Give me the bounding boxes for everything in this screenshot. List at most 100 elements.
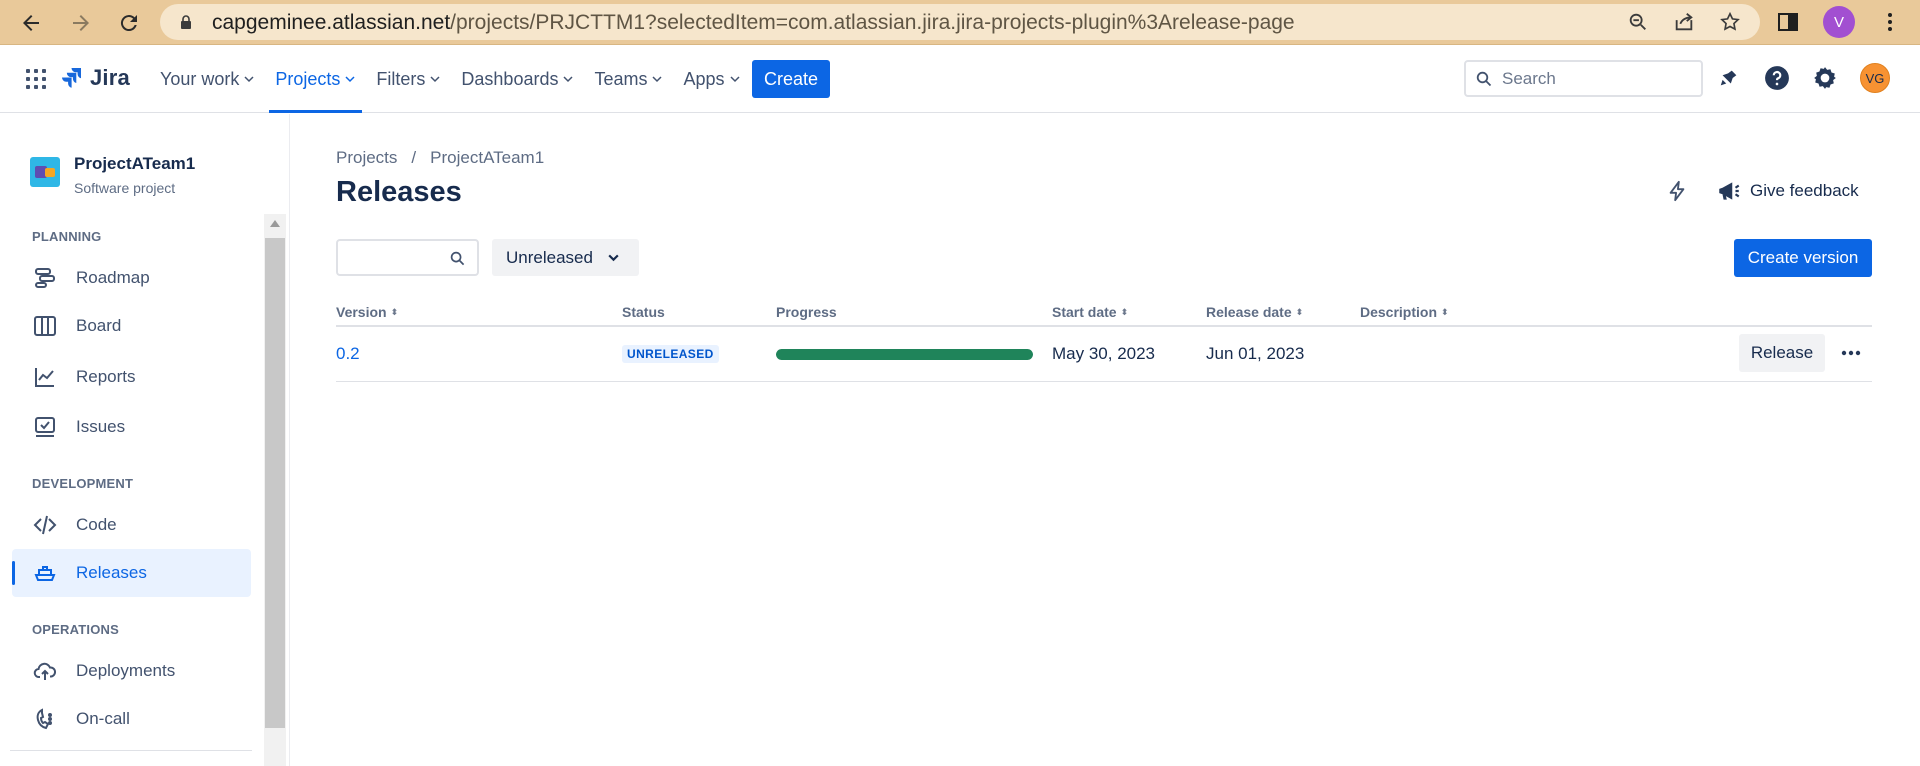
column-label: Progress (776, 304, 837, 320)
sidebar-item-board[interactable]: Board (12, 302, 251, 350)
create-button[interactable]: Create (752, 60, 830, 98)
section-title-operations: OPERATIONS (32, 622, 119, 637)
sidebar-item-issues[interactable]: Issues (12, 403, 251, 451)
arrow-right-icon (73, 14, 89, 31)
version-search-field[interactable] (336, 239, 479, 276)
automation-button[interactable] (1664, 176, 1690, 206)
release-date: Jun 01, 2023 (1206, 344, 1305, 363)
sidebar-item-releases[interactable]: Releases (12, 549, 251, 597)
nav-apps[interactable]: Apps (673, 45, 750, 113)
project-sidebar: ProjectATeam1 Software project PLANNING … (0, 114, 290, 766)
browser-profile-avatar[interactable]: V (1823, 6, 1855, 38)
sidebar-item-label: Roadmap (76, 268, 150, 287)
scrollbar-thumb[interactable] (265, 238, 285, 728)
sidebar-item-label: Deployments (76, 661, 176, 680)
column-description[interactable]: Description ⬍ (1360, 304, 1449, 320)
sidebar-item-label: Releases (76, 563, 147, 582)
nav-projects[interactable]: Projects (265, 45, 366, 113)
nav-dashboards[interactable]: Dashboards (451, 45, 584, 113)
sort-icon: ⬍ (390, 306, 399, 317)
bookmark-star-icon[interactable] (1718, 10, 1742, 34)
column-progress: Progress (776, 304, 837, 320)
nav-your-work[interactable]: Your work (150, 45, 265, 113)
releases-table-header: Version ⬍ Status Progress Start date ⬍ Rel… (336, 301, 1872, 327)
more-horizontal-icon (1841, 350, 1861, 356)
nav-filters[interactable]: Filters (366, 45, 451, 113)
breadcrumb-project[interactable]: ProjectATeam1 (430, 148, 544, 168)
create-version-button[interactable]: Create version (1734, 239, 1872, 277)
scroll-up-arrow-icon[interactable] (270, 220, 280, 227)
give-feedback-label: Give feedback (1750, 181, 1859, 200)
megaphone-icon (1719, 182, 1740, 200)
project-header[interactable]: ProjectATeam1 Software project (30, 154, 195, 196)
lightning-bolt-icon (1669, 180, 1685, 202)
nav-teams[interactable]: Teams (584, 45, 673, 113)
jira-top-nav: Jira Your work Projects Filters Dashboar… (0, 45, 1920, 113)
url-text: capgeminee.atlassian.net/projects/PRJCTT… (212, 11, 1295, 34)
nav-label: Teams (594, 68, 648, 89)
sidebar-item-label: On-call (76, 709, 130, 728)
arrow-left-icon (23, 14, 39, 31)
reload-button[interactable] (106, 0, 152, 45)
nav-label: Apps (683, 68, 725, 89)
share-icon[interactable] (1672, 10, 1696, 34)
sidebar-scrollbar[interactable] (264, 214, 286, 766)
more-actions-button[interactable] (1834, 334, 1868, 372)
sidebar-item-code[interactable]: Code (12, 501, 251, 549)
column-status: Status (622, 304, 665, 320)
project-avatar (30, 157, 60, 187)
zoom-icon[interactable] (1626, 10, 1650, 34)
on-call-icon (32, 706, 58, 732)
address-bar[interactable]: capgeminee.atlassian.net/projects/PRJCTT… (160, 4, 1760, 40)
sidebar-item-on-call[interactable]: On-call (12, 695, 251, 743)
chevron-down-icon (244, 76, 254, 83)
give-feedback-button[interactable]: Give feedback (1716, 176, 1859, 206)
sort-icon: ⬍ (1441, 306, 1449, 317)
column-start-date[interactable]: Start date ⬍ (1052, 304, 1128, 320)
notifications-icon[interactable] (1716, 63, 1742, 93)
back-button[interactable] (8, 0, 54, 45)
sidebar-item-label: Code (76, 515, 117, 534)
lock-icon (178, 14, 194, 30)
app-switcher-icon[interactable] (24, 67, 48, 91)
nav-label: Your work (160, 68, 240, 89)
breadcrumb-projects[interactable]: Projects (336, 148, 397, 168)
chevron-down-icon (608, 254, 619, 262)
status-filter-dropdown[interactable]: Unreleased (492, 239, 639, 276)
user-avatar[interactable]: VG (1860, 63, 1890, 93)
sidebar-item-label: Issues (76, 417, 126, 436)
column-version[interactable]: Version ⬍ (336, 304, 398, 320)
search-icon (450, 251, 465, 266)
nav-label: Filters (376, 68, 426, 89)
browser-menu-icon[interactable] (1877, 6, 1903, 38)
progress-bar (776, 349, 1033, 360)
version-link[interactable]: 0.2 (336, 344, 360, 364)
issues-icon (32, 414, 58, 440)
release-button[interactable]: Release (1739, 334, 1825, 372)
breadcrumb: Projects / ProjectATeam1 (336, 148, 544, 168)
sort-icon: ⬍ (1120, 306, 1129, 317)
settings-icon[interactable] (1812, 63, 1838, 93)
help-icon[interactable] (1764, 63, 1790, 93)
project-name: ProjectATeam1 (74, 154, 196, 173)
roadmap-icon (32, 265, 58, 291)
version-search-input[interactable] (346, 247, 446, 269)
sidebar-item-label: Reports (76, 367, 136, 386)
deployments-icon (32, 658, 58, 684)
reports-icon (32, 364, 58, 390)
sidebar-item-reports[interactable]: Reports (12, 353, 251, 401)
column-label: Description (1360, 304, 1438, 320)
side-panel-icon[interactable] (1775, 6, 1801, 38)
sidebar-item-label: Board (76, 316, 122, 335)
global-search[interactable] (1464, 60, 1703, 97)
sidebar-item-roadmap[interactable]: Roadmap (12, 254, 251, 302)
nav-label: Projects (275, 68, 341, 89)
search-input[interactable] (1502, 67, 1692, 91)
sidebar-item-deployments[interactable]: Deployments (12, 647, 251, 695)
forward-button[interactable] (58, 0, 104, 45)
project-type: Software project (74, 180, 176, 196)
page-title: Releases (336, 176, 462, 208)
column-release-date[interactable]: Release date ⬍ (1206, 304, 1303, 320)
sort-icon: ⬍ (1295, 306, 1304, 317)
jira-logo[interactable]: Jira (60, 65, 130, 91)
